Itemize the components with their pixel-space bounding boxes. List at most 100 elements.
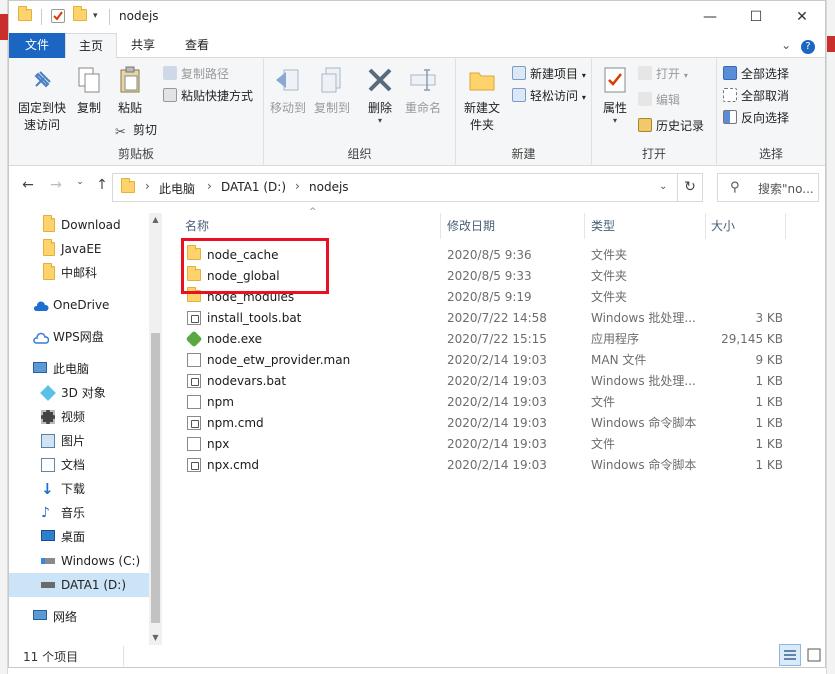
rename-button[interactable]: 重命名 — [402, 64, 444, 117]
large-icons-view-icon[interactable] — [803, 644, 825, 666]
scissors-icon: ✂ — [115, 125, 126, 140]
video-icon — [41, 410, 55, 424]
navigation-pane: Download JavaEE 中邮科 OneDrive WPS网盘 此电脑 3… — [9, 209, 162, 645]
help-icon[interactable]: ? — [801, 40, 815, 54]
tab-file[interactable]: 文件 — [9, 33, 65, 58]
nav-item-network[interactable]: 网络 — [9, 605, 149, 629]
address-bar[interactable]: › 此电脑 › DATA1 (D:) › nodejs ⌄ — [112, 173, 703, 202]
properties-checkmark-icon[interactable] — [51, 9, 65, 23]
new-item-button[interactable]: 新建项目 ▾ — [512, 64, 586, 84]
nav-item-3d-objects[interactable]: 3D 对象 — [9, 381, 149, 405]
tab-view[interactable]: 查看 — [169, 33, 225, 58]
divider — [123, 646, 124, 666]
table-row[interactable]: npx 2020/2/14 19:03 文件 1 KB — [185, 434, 805, 455]
open-group: 属性 ▾ 打开 ▾ 编辑 历史记录 打开 — [592, 58, 717, 166]
forward-arrow-icon[interactable]: → — [47, 177, 65, 197]
nav-scrollbar[interactable]: ▲ ▼ — [149, 213, 162, 645]
easy-access-button[interactable]: 轻松访问 ▾ — [512, 86, 586, 106]
copy-to-button[interactable]: 复制到 — [312, 64, 352, 117]
file-date: 2020/7/22 14:58 — [447, 311, 547, 325]
scrollbar-thumb[interactable] — [151, 333, 160, 623]
minimize-button[interactable]: — — [687, 1, 733, 33]
table-row[interactable]: npx.cmd 2020/2/14 19:03 Windows 命令脚本 1 KB — [185, 455, 805, 476]
breadcrumb-data1[interactable]: DATA1 (D:) — [221, 180, 286, 194]
chevron-down-icon[interactable]: ▾ — [93, 9, 107, 23]
nav-item-pictures[interactable]: 图片 — [9, 429, 149, 453]
new-folder-icon[interactable] — [73, 6, 87, 23]
table-row[interactable]: npm 2020/2/14 19:03 文件 1 KB — [185, 392, 805, 413]
nav-item-wps[interactable]: WPS网盘 — [9, 325, 149, 349]
tab-share[interactable]: 共享 — [117, 33, 169, 58]
select-none-button[interactable]: 全部取消 — [723, 86, 789, 106]
tab-home[interactable]: 主页 — [65, 33, 117, 59]
organize-group-label: 组织 — [347, 147, 372, 161]
nav-item-c-drive[interactable]: Windows (C:) — [9, 549, 149, 573]
paste-shortcut-button[interactable]: 粘贴快捷方式 — [163, 86, 253, 106]
table-row[interactable]: node.exe 2020/7/22 15:15 应用程序 29,145 KB — [185, 329, 805, 350]
clipboard-group-label: 剪贴板 — [117, 147, 154, 161]
back-arrow-icon[interactable]: ← — [19, 177, 37, 197]
nav-item-this-pc[interactable]: 此电脑 — [9, 357, 149, 381]
table-row[interactable]: npm.cmd 2020/2/14 19:03 Windows 命令脚本 1 KB — [185, 413, 805, 434]
background-red-tab — [0, 14, 8, 40]
properties-icon — [599, 64, 631, 96]
cut-button[interactable]: ✂ 剪切 — [115, 120, 157, 140]
organize-group: 移动到 复制到 删除 ▾ 重命名 组织 — [264, 58, 456, 166]
close-button[interactable]: ✕ — [779, 1, 825, 33]
edit-button[interactable]: 编辑 — [638, 90, 680, 110]
up-arrow-icon[interactable]: ↑ — [93, 177, 111, 197]
invert-selection-button[interactable]: 反向选择 — [723, 108, 789, 128]
copy-path-button[interactable]: 复制路径 — [163, 64, 229, 84]
pin-button[interactable]: 固定到快速访问 — [13, 64, 71, 134]
select-all-button[interactable]: 全部选择 — [723, 64, 789, 84]
divider — [440, 213, 441, 239]
file-name: node_etw_provider.man — [207, 353, 351, 367]
properties-button[interactable]: 属性 ▾ — [598, 64, 632, 125]
breadcrumb-this-pc[interactable]: 此电脑 — [159, 180, 195, 197]
nav-item-d-drive[interactable]: DATA1 (D:) — [9, 573, 149, 597]
drive-icon — [41, 582, 55, 588]
table-row[interactable]: install_tools.bat 2020/7/22 14:58 Windows … — [185, 308, 805, 329]
open-button[interactable]: 打开 ▾ — [638, 64, 688, 84]
search-box[interactable]: ⚲ 搜索"no... — [717, 173, 819, 202]
nav-item-onedrive[interactable]: OneDrive — [9, 293, 149, 317]
chevron-down-icon: ▾ — [581, 71, 586, 80]
address-history-chevron-icon[interactable]: ⌄ — [659, 181, 667, 192]
scroll-down-icon[interactable]: ▼ — [149, 631, 162, 645]
table-row[interactable]: nodevars.bat 2020/2/14 19:03 Windows 批处理..… — [185, 371, 805, 392]
chevron-right-icon[interactable]: › — [145, 179, 150, 193]
move-to-button[interactable]: 移动到 — [268, 64, 308, 117]
refresh-icon[interactable]: ↻ — [677, 173, 703, 202]
nav-item-videos[interactable]: 视频 — [9, 405, 149, 429]
nav-item-zhongyouke[interactable]: 中邮科 — [9, 261, 149, 285]
nav-item-desktop[interactable]: 桌面 — [9, 525, 149, 549]
breadcrumb-nodejs[interactable]: nodejs — [309, 180, 349, 194]
paste-button[interactable]: 粘贴 — [109, 64, 151, 117]
column-header-type[interactable]: 类型 — [591, 215, 615, 237]
table-row[interactable]: node_etw_provider.man 2020/2/14 19:03 MAN … — [185, 350, 805, 371]
history-button[interactable]: 历史记录 — [638, 116, 704, 136]
chevron-right-icon[interactable]: › — [207, 179, 212, 193]
nav-item-downloads[interactable]: ↓ 下载 — [9, 477, 149, 501]
nav-item-javaee[interactable]: JavaEE — [9, 237, 149, 261]
column-header-name[interactable]: 名称 — [185, 215, 209, 237]
chevron-right-icon[interactable]: › — [295, 179, 300, 193]
file-type: 文件夹 — [591, 248, 628, 262]
column-header-size[interactable]: 大小 — [711, 215, 735, 237]
copy-button[interactable]: 复制 — [71, 64, 107, 117]
recent-locations-chevron-icon[interactable]: ⌄ — [71, 177, 89, 197]
new-folder-button[interactable]: 新建文件夹 — [460, 64, 504, 134]
nav-item-documents[interactable]: 文档 — [9, 453, 149, 477]
maximize-button[interactable]: ☐ — [733, 1, 779, 33]
column-header-date[interactable]: 修改日期 — [447, 215, 495, 237]
nav-item-download[interactable]: Download — [9, 213, 149, 237]
folder-icon — [18, 6, 32, 23]
nav-item-music[interactable]: ♪ 音乐 — [9, 501, 149, 525]
batch-file-icon — [187, 416, 201, 430]
delete-button[interactable]: 删除 ▾ — [364, 64, 396, 125]
chevron-down-icon[interactable]: ⌄ — [781, 38, 791, 52]
details-view-icon[interactable] — [779, 644, 801, 666]
file-size: 1 KB — [755, 374, 783, 388]
music-icon: ♪ — [41, 505, 50, 521]
scroll-up-icon[interactable]: ▲ — [149, 213, 162, 227]
